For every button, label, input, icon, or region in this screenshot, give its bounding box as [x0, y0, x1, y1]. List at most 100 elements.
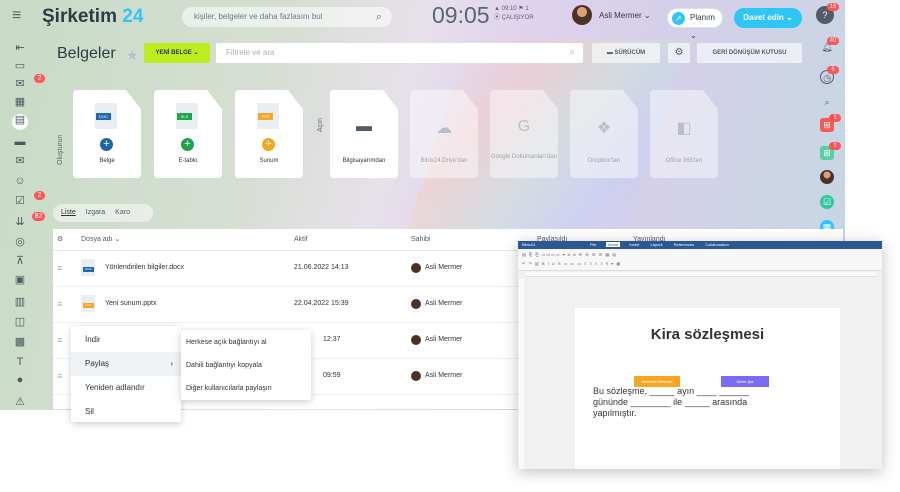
column-header-active[interactable]: Aktif — [294, 229, 308, 251]
tab-insert[interactable]: Insert — [627, 242, 641, 247]
top-bar: Şirketim 24 kişiler, belgeler ve daha fa… — [42, 0, 845, 40]
menu-item-public-link[interactable]: Herkese açık bağlantıyı al — [181, 331, 311, 354]
check-icon[interactable]: ☑ — [820, 195, 834, 209]
sidebar-users-icon[interactable]: ☺ — [13, 175, 27, 187]
file-name[interactable]: Yönlendirilen bilgiler.docx — [105, 264, 184, 271]
menu-item-share-with-users[interactable]: Diğer kullanıcılarla paylaşın — [181, 377, 311, 400]
editor-ribbon-tabs: File Home Insert Layout References Colla… — [588, 241, 737, 249]
sidebar-more-icon[interactable]: ● — [13, 374, 27, 386]
card-label: Bitrix24.Drive'dan — [420, 158, 468, 164]
new-document-button[interactable]: YENİ BELGE ⌄ — [144, 43, 210, 63]
column-header-name[interactable]: Dosya adı ⌄ — [81, 229, 120, 251]
card-label: Belge — [99, 158, 115, 164]
recycle-bin-button[interactable]: GERİ DÖNÜŞÜM KUTUSU — [697, 43, 802, 63]
favorite-star-icon[interactable]: ★ — [126, 47, 139, 64]
menu-item-download[interactable]: İndir — [71, 328, 181, 352]
cloud-icon: ☁ — [436, 120, 452, 137]
file-owner[interactable]: Asli Mermer — [411, 261, 462, 275]
toolbar-row-1[interactable]: ▤ ⎘ ⎗ ▭▭▭▭ ▾ A A ☰ ☰ ☰ ☰ ▦ ▤ — [522, 252, 617, 257]
card-label: E-tablo — [178, 158, 198, 164]
tab-collaboration[interactable]: Collaboration — [703, 242, 731, 247]
menu-item-delete[interactable]: Sil — [71, 400, 181, 424]
user-avatar[interactable] — [572, 5, 592, 25]
view-grid-tab[interactable]: Izgara — [86, 209, 105, 216]
sidebar-shop-icon[interactable]: ⊼ — [13, 255, 27, 267]
create-spreadsheet-card[interactable]: XLS + E-tablo — [154, 90, 222, 178]
search-icon: ⌕ — [375, 11, 382, 23]
toolbar-row-2[interactable]: ↶ ↷ ▤ B I U S ▭ ▭ ▭ ≡ ≡ ≡ ≡ ¶ ▾ ▦ — [522, 261, 621, 266]
sidebar-drive-icon[interactable]: ▬ — [13, 136, 27, 148]
my-drive-button[interactable]: ▬ SÜRÜCÜM — [592, 43, 660, 63]
menu-item-rename[interactable]: Yeniden adlandır — [71, 376, 181, 400]
file-owner[interactable]: Asli Mermer — [411, 369, 462, 383]
sidebar-database-icon[interactable]: ▥ — [13, 296, 27, 308]
card-label: Office 365'ten — [665, 158, 703, 164]
tab-references[interactable]: References — [672, 242, 696, 247]
plan-button[interactable]: ➚ Planım ⌄ — [667, 8, 723, 40]
column-header-owner[interactable]: Sahibi — [411, 229, 430, 251]
owner-avatar — [411, 263, 421, 273]
sidebar-warning-icon[interactable]: ⚠ — [13, 396, 27, 408]
global-search-input[interactable]: kişiler, belgeler ve daha fazlasını bul ⌕ — [182, 7, 392, 27]
sidebar-tasks-icon[interactable]: ☑ — [13, 195, 27, 207]
menu-item-share[interactable]: Paylaş › — [71, 352, 181, 376]
sidebar-mail-icon[interactable]: ✉ — [13, 155, 27, 167]
sidebar-collapse-icon[interactable]: ⇤ — [13, 42, 27, 54]
sidebar-text-icon[interactable]: T — [13, 356, 27, 368]
open-from-computer-card[interactable]: ▬ Bilgisayarımdan — [330, 90, 398, 178]
sidebar-groups-icon[interactable]: ◫ — [13, 316, 27, 328]
vertical-ruler[interactable] — [519, 279, 524, 469]
row-menu-icon[interactable]: ≡ — [57, 371, 62, 381]
row-menu-icon[interactable]: ≡ — [57, 335, 62, 345]
tab-layout[interactable]: Layout — [649, 242, 665, 247]
sidebar-badge: 2 — [34, 191, 45, 200]
document-page[interactable]: Kira sözleşmesi Mehmet Pehlivan Selim Iş… — [575, 308, 840, 469]
sidebar-documents-icon[interactable]: ▤ — [12, 114, 28, 130]
card-label: Dropbox'tan — [587, 158, 621, 164]
notification-badge: 1 — [829, 114, 841, 122]
create-document-card[interactable]: DOC + Belge — [73, 90, 141, 178]
clock-display[interactable]: 09:05 — [432, 2, 490, 29]
row-menu-icon[interactable]: ≡ — [57, 299, 62, 309]
horizontal-ruler[interactable] — [526, 272, 876, 277]
card-label: Bilgisayarımdan — [342, 158, 386, 164]
settings-gear-icon[interactable]: ⚙ — [668, 43, 690, 63]
sidebar-sites-icon[interactable]: ◎ — [13, 236, 27, 248]
sidebar-chat-icon[interactable]: ✉ — [13, 78, 27, 90]
file-type-tag: DOC — [96, 113, 111, 120]
tab-home[interactable]: Home — [605, 242, 621, 247]
view-tile-tab[interactable]: Karo — [115, 209, 130, 216]
sidebar-calendar-icon[interactable]: ▦ — [13, 96, 27, 108]
row-menu-icon[interactable]: ≡ — [57, 263, 62, 273]
open-from-google-docs-card[interactable]: G Google Dokümanları'dan — [490, 90, 558, 178]
plus-icon: + — [100, 138, 113, 151]
work-status[interactable]: ▲ 09:10 ⚑ 1 ⦿ ÇALIŞIYOR — [494, 5, 534, 23]
sidebar-crm-icon[interactable]: ⇊ — [13, 216, 27, 228]
rocket-icon: ➚ — [672, 12, 685, 25]
company-logo[interactable]: Şirketim 24 — [42, 6, 143, 28]
editor-toolbar: ▤ ⎘ ⎗ ▭▭▭▭ ▾ A A ☰ ☰ ☰ ☰ ▦ ▤ ↶ ↷ ▤ B I U… — [518, 249, 882, 271]
menu-item-copy-internal-link[interactable]: Dahili bağlantıyı kopyala — [181, 354, 311, 377]
filter-search-input[interactable]: Filtrele ve ara ⌕ — [216, 43, 583, 63]
contact-avatar[interactable] — [820, 170, 834, 184]
search-icon[interactable]: ⌕ — [820, 95, 834, 109]
sidebar-inventory-icon[interactable]: ▣ — [13, 274, 27, 286]
user-name[interactable]: Asli Mermer ⌄ — [599, 11, 651, 20]
file-type-tag: PPT — [83, 303, 94, 308]
file-owner[interactable]: Asli Mermer — [411, 297, 462, 311]
open-from-office365-card[interactable]: ◧ Office 365'ten — [650, 90, 718, 178]
sidebar-badge: 2 — [34, 74, 45, 83]
view-list-tab[interactable]: Liste — [61, 209, 76, 216]
hamburger-menu-icon[interactable]: ≡ — [12, 7, 21, 25]
tab-file[interactable]: File — [588, 242, 598, 247]
create-presentation-card[interactable]: PPT + Sunum — [235, 90, 303, 178]
invite-button[interactable]: Davet edin ⌄ — [734, 8, 802, 28]
open-from-dropbox-card[interactable]: ❖ Dropbox'tan — [570, 90, 638, 178]
column-settings-gear-icon[interactable]: ⚙ — [57, 229, 63, 251]
file-name[interactable]: Yeni sunum.pptx — [105, 300, 157, 307]
sidebar-feed-icon[interactable]: ▭ — [13, 60, 27, 72]
file-owner[interactable]: Asli Mermer — [411, 333, 462, 347]
open-from-bitrix-drive-card[interactable]: ☁ Bitrix24.Drive'dan — [410, 90, 478, 178]
plus-icon: + — [262, 138, 275, 151]
sidebar-reports-icon[interactable]: ▩ — [13, 336, 27, 348]
